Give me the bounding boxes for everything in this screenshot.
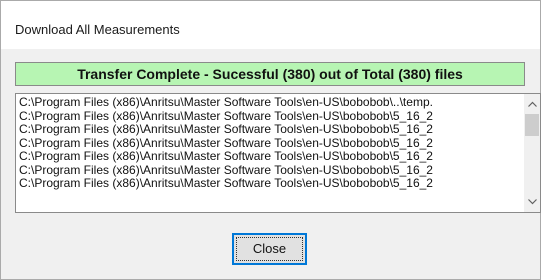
close-button-label: Close — [252, 241, 287, 256]
list-item[interactable]: C:\Program Files (x86)\Anritsu\Master So… — [19, 177, 524, 191]
download-dialog: Download All Measurements Transfer Compl… — [0, 0, 541, 280]
vertical-scrollbar[interactable] — [524, 94, 540, 212]
title-bar[interactable]: Download All Measurements — [1, 1, 540, 49]
list-item[interactable]: C:\Program Files (x86)\Anritsu\Master So… — [19, 110, 524, 124]
list-item[interactable]: C:\Program Files (x86)\Anritsu\Master So… — [19, 96, 524, 110]
dialog-title: Download All Measurements — [15, 22, 180, 37]
file-list-items: C:\Program Files (x86)\Anritsu\Master So… — [19, 96, 524, 191]
chevron-down-icon[interactable] — [524, 194, 540, 210]
transfer-status-banner: Transfer Complete - Sucessful (380) out … — [15, 62, 525, 86]
list-item[interactable]: C:\Program Files (x86)\Anritsu\Master So… — [19, 137, 524, 151]
list-item[interactable]: C:\Program Files (x86)\Anritsu\Master So… — [19, 123, 524, 137]
scrollbar-thumb[interactable] — [525, 114, 539, 136]
close-button[interactable]: Close — [232, 233, 307, 265]
list-item[interactable]: C:\Program Files (x86)\Anritsu\Master So… — [19, 150, 524, 164]
chevron-up-icon[interactable] — [524, 96, 540, 112]
file-list[interactable]: C:\Program Files (x86)\Anritsu\Master So… — [15, 93, 541, 213]
list-item[interactable]: C:\Program Files (x86)\Anritsu\Master So… — [19, 164, 524, 178]
